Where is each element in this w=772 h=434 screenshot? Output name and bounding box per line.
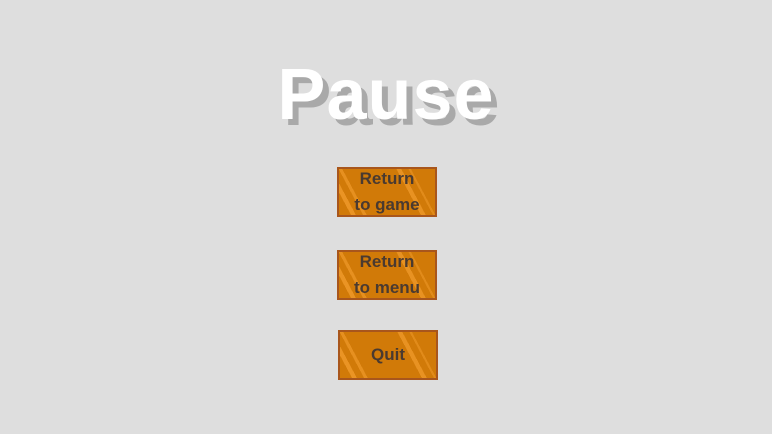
return-to-game-button[interactable]: Return to game xyxy=(337,167,437,217)
return-to-game-label: Return to game xyxy=(354,169,420,214)
quit-label: Quit xyxy=(371,345,405,364)
quit-button[interactable]: Quit xyxy=(338,330,438,380)
return-to-menu-button[interactable]: Return to menu xyxy=(337,250,437,300)
return-to-menu-label: Return to menu xyxy=(353,252,421,297)
pause-title: Pause xyxy=(277,55,495,135)
